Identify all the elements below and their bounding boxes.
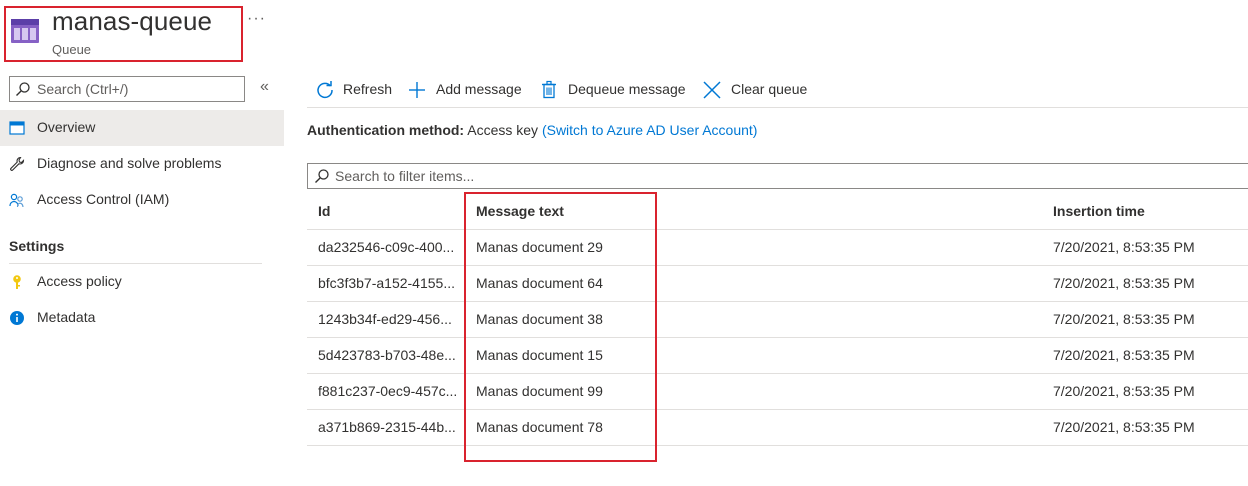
- overview-icon: [9, 121, 25, 135]
- sidebar-item-diagnose[interactable]: Diagnose and solve problems: [0, 146, 284, 182]
- page-title: manas-queue: [52, 6, 213, 36]
- sidebar-item-label: Access policy: [37, 273, 122, 289]
- sidebar-item-overview[interactable]: Overview: [0, 110, 284, 146]
- refresh-label: Refresh: [343, 81, 393, 97]
- table-row[interactable]: bfc3f3b7-a152-4155... Manas document 64 …: [307, 266, 1248, 302]
- refresh-icon: [317, 81, 333, 99]
- cell-insertion-time: 7/20/2021, 8:53:35 PM: [1053, 311, 1195, 327]
- auth-value: Access key: [467, 122, 539, 138]
- sidebar-item-iam[interactable]: Access Control (IAM): [0, 182, 284, 218]
- queue-icon: [11, 19, 39, 43]
- page-subtitle: Queue: [52, 42, 92, 57]
- cell-insertion-time: 7/20/2021, 8:53:35 PM: [1053, 239, 1195, 255]
- filter-input[interactable]: Search to filter items...: [307, 163, 1248, 189]
- clear-queue-button[interactable]: Clear queue: [702, 78, 812, 102]
- page-header: manas-queue Queue ···: [0, 0, 1248, 64]
- close-icon: [703, 81, 721, 99]
- sidebar-item-access-policy[interactable]: Access policy: [0, 264, 284, 300]
- add-message-button[interactable]: Add message: [407, 78, 527, 102]
- column-header-insertion-time[interactable]: Insertion time: [1053, 203, 1145, 219]
- cell-id: da232546-c09c-400...: [318, 239, 455, 255]
- auth-label: Authentication method:: [307, 122, 465, 138]
- wrench-icon: [10, 156, 25, 171]
- cell-message-text: Manas document 29: [476, 239, 603, 255]
- cell-id: 1243b34f-ed29-456...: [318, 311, 452, 327]
- switch-auth-link[interactable]: (Switch to Azure AD User Account): [542, 122, 758, 138]
- add-message-label: Add message: [436, 81, 522, 97]
- filter-placeholder: Search to filter items...: [335, 168, 475, 184]
- sidebar-item-label: Overview: [37, 119, 96, 135]
- info-icon: [10, 311, 24, 325]
- dequeue-message-button[interactable]: Dequeue message: [539, 78, 689, 102]
- cell-message-text: Manas document 15: [476, 347, 603, 363]
- sidebar-search-placeholder: Search (Ctrl+/): [37, 81, 129, 97]
- search-icon: [16, 82, 30, 96]
- people-icon: [9, 193, 24, 208]
- cell-id: a371b869-2315-44b...: [318, 419, 456, 435]
- sidebar-item-label: Metadata: [37, 309, 96, 325]
- cell-id: 5d423783-b703-48e...: [318, 347, 456, 363]
- sidebar-item-label: Access Control (IAM): [37, 191, 170, 207]
- cell-insertion-time: 7/20/2021, 8:53:35 PM: [1053, 383, 1195, 399]
- column-header-message-text[interactable]: Message text: [476, 203, 564, 219]
- collapse-sidebar-button[interactable]: «: [260, 78, 269, 96]
- refresh-button[interactable]: Refresh: [315, 78, 405, 102]
- column-header-id[interactable]: Id: [318, 203, 330, 219]
- sidebar-item-metadata[interactable]: Metadata: [0, 300, 284, 336]
- settings-section-label: Settings: [9, 238, 65, 254]
- cell-message-text: Manas document 99: [476, 383, 603, 399]
- cell-id: bfc3f3b7-a152-4155...: [318, 275, 455, 291]
- table-row[interactable]: f881c237-0ec9-457c... Manas document 99 …: [307, 374, 1248, 410]
- sidebar-search-input[interactable]: Search (Ctrl+/): [9, 76, 245, 102]
- cell-message-text: Manas document 64: [476, 275, 603, 291]
- cell-id: f881c237-0ec9-457c...: [318, 383, 458, 399]
- table-row[interactable]: a371b869-2315-44b... Manas document 78 7…: [307, 410, 1248, 446]
- search-icon: [315, 169, 329, 183]
- dequeue-message-label: Dequeue message: [568, 81, 686, 97]
- trash-icon: [542, 80, 556, 99]
- more-options-button[interactable]: ···: [247, 10, 266, 28]
- key-icon: [13, 275, 21, 289]
- cell-message-text: Manas document 38: [476, 311, 603, 327]
- table-header: Id Message text Insertion time: [307, 194, 1248, 230]
- cell-insertion-time: 7/20/2021, 8:53:35 PM: [1053, 275, 1195, 291]
- sidebar-item-label: Diagnose and solve problems: [37, 155, 222, 171]
- command-bar: Refresh Add message Dequeue message Clea…: [307, 74, 1248, 108]
- cell-insertion-time: 7/20/2021, 8:53:35 PM: [1053, 347, 1195, 363]
- cell-insertion-time: 7/20/2021, 8:53:35 PM: [1053, 419, 1195, 435]
- sidebar: Search (Ctrl+/) « Overview Diagnose and …: [0, 64, 284, 486]
- table-row[interactable]: 5d423783-b703-48e... Manas document 15 7…: [307, 338, 1248, 374]
- table-row[interactable]: da232546-c09c-400... Manas document 29 7…: [307, 230, 1248, 266]
- plus-icon: [409, 82, 425, 98]
- clear-queue-label: Clear queue: [731, 81, 808, 97]
- table-row[interactable]: 1243b34f-ed29-456... Manas document 38 7…: [307, 302, 1248, 338]
- authentication-method: Authentication method: Access key (Switc…: [307, 122, 757, 138]
- cell-message-text: Manas document 78: [476, 419, 603, 435]
